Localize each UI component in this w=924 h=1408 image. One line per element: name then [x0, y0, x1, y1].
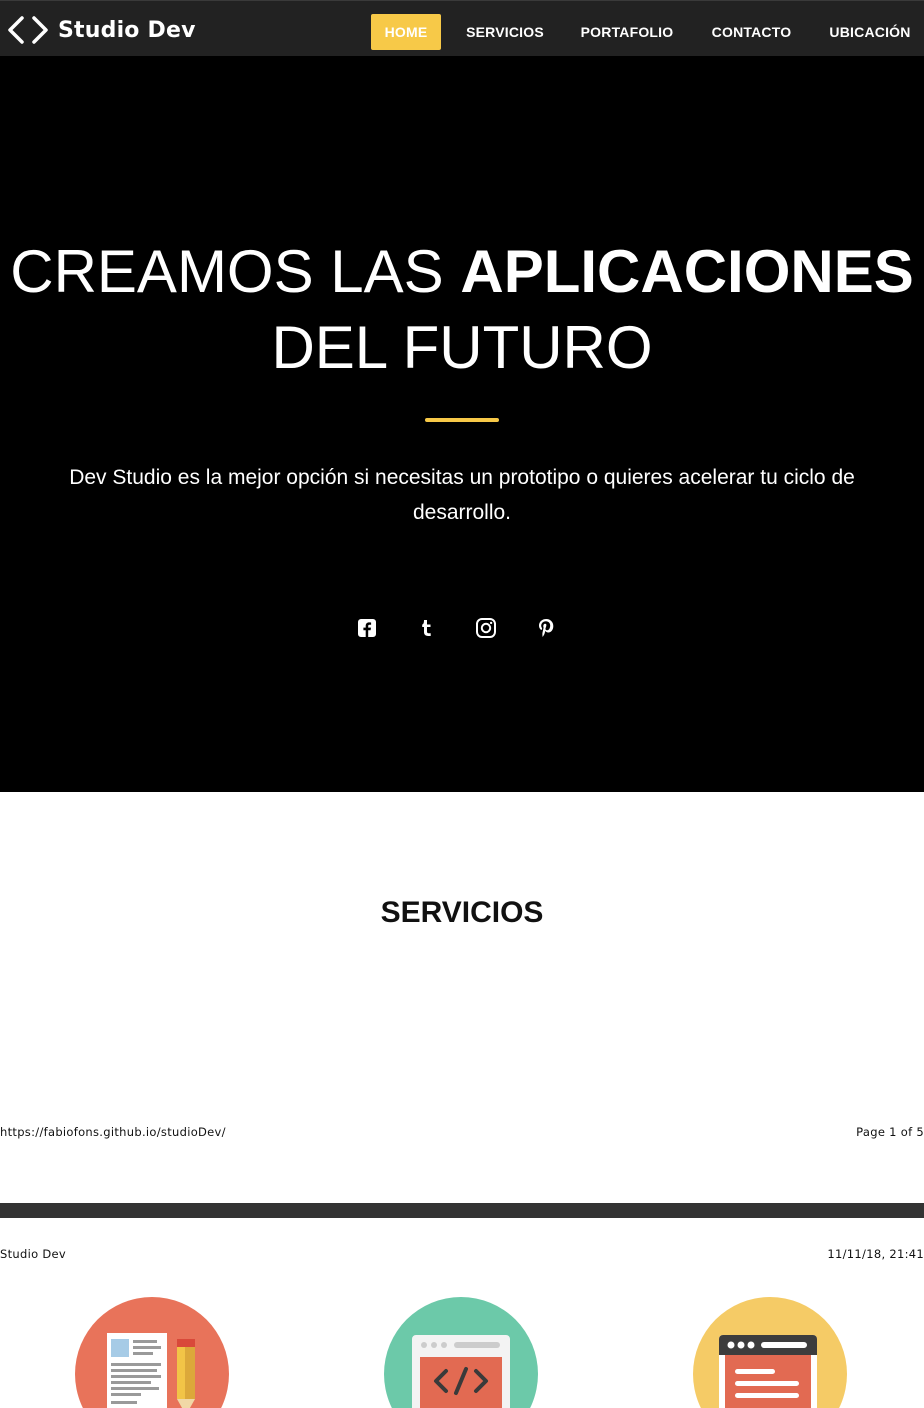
hero-subtitle: Dev Studio es la mejor opción si necesit…	[69, 466, 855, 524]
print-page-number: Page 1 of 5	[856, 1125, 924, 1139]
nav-servicios[interactable]: SERVICIOS	[460, 14, 550, 50]
code-brackets-icon	[6, 14, 52, 46]
hero-title-part1: CREAMOS LAS	[10, 238, 444, 305]
navbar: Studio Dev HOME SERVICIOS PORTAFOLIO CON…	[0, 0, 924, 56]
hero-title-bold: APLICACIONES	[460, 238, 914, 305]
hero-title-part2: DEL FUTURO	[271, 314, 653, 381]
hero-divider	[425, 418, 499, 422]
brand-logo[interactable]: Studio Dev	[6, 14, 196, 46]
print-url: https://fabiofons.github.io/studioDev/	[0, 1125, 226, 1139]
nav-contacto[interactable]: CONTACTO	[704, 14, 799, 50]
document-pencil-icon	[75, 1297, 229, 1408]
facebook-icon[interactable]	[355, 616, 379, 640]
services-title: SERVICIOS	[380, 896, 544, 929]
hero-section: CREAMOS LAS APLICACIONES DEL FUTURO Dev …	[0, 56, 924, 792]
print-site-title: Studio Dev	[0, 1247, 67, 1261]
hero-title: CREAMOS LAS APLICACIONES DEL FUTURO	[0, 234, 924, 386]
code-window-icon	[384, 1297, 538, 1408]
browser-window-icon	[693, 1297, 847, 1408]
print-datetime: 11/11/18, 21:41	[827, 1247, 924, 1261]
nav-home[interactable]: HOME	[371, 14, 441, 50]
tumblr-icon[interactable]	[415, 616, 439, 640]
pinterest-icon[interactable]	[534, 616, 558, 640]
brand-name: Studio Dev	[58, 17, 196, 43]
nav-portafolio[interactable]: PORTAFOLIO	[574, 14, 680, 50]
page-break	[0, 1203, 924, 1218]
instagram-icon[interactable]	[474, 616, 498, 640]
nav-ubicacion[interactable]: UBICACIÓN	[822, 14, 918, 50]
